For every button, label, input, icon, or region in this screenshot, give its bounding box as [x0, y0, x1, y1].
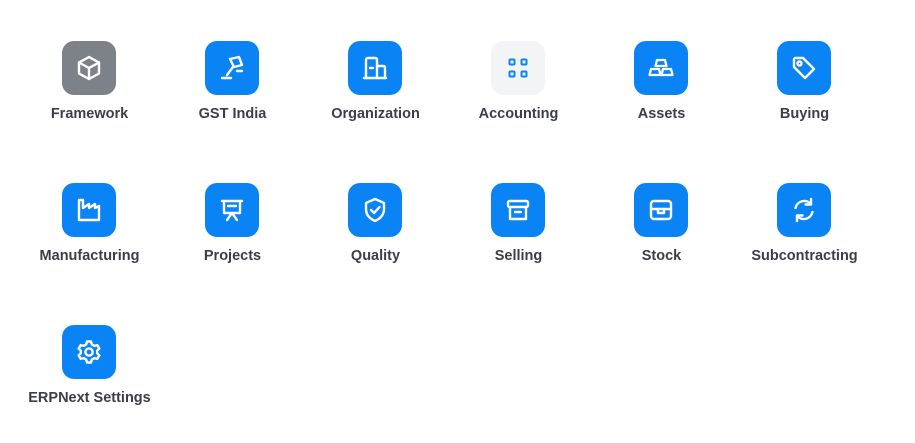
shield-check-icon: [364, 197, 386, 223]
app-icon-box: [491, 183, 545, 237]
app-label: Organization: [331, 106, 420, 122]
app-tile-accounting[interactable]: Accounting: [447, 41, 590, 151]
cube-icon: [77, 55, 101, 81]
app-icon-box: [62, 41, 116, 95]
app-icon-box: [777, 41, 831, 95]
app-icon-box: [348, 183, 402, 237]
app-icon-box: [777, 183, 831, 237]
app-icon-box: [62, 325, 116, 379]
tag-icon: [792, 56, 816, 80]
presentation-board-icon: [220, 199, 244, 222]
app-tile-projects[interactable]: Projects: [161, 183, 304, 293]
app-icon-box: [205, 183, 259, 237]
app-tile-selling[interactable]: Selling: [447, 183, 590, 293]
refresh-icon: [794, 197, 814, 223]
app-icon-box: [634, 41, 688, 95]
factory-icon: [77, 198, 101, 222]
app-icon-box: [205, 41, 259, 95]
app-label: ERPNext Settings: [28, 390, 151, 406]
app-label: Accounting: [478, 106, 559, 122]
settings-gear-icon: [77, 340, 101, 364]
app-launcher-grid: Framework GST India Organization Account…: [0, 0, 915, 443]
app-tile-manufacturing[interactable]: Manufacturing: [18, 183, 161, 293]
app-tile-erpnext-settings[interactable]: ERPNext Settings: [18, 325, 161, 435]
gold-bars-icon: [648, 58, 674, 77]
storefront-icon: [506, 199, 530, 221]
app-tile-buying[interactable]: Buying: [733, 41, 876, 151]
app-icon-box: [62, 183, 116, 237]
app-icon-box: [348, 41, 402, 95]
building-icon: [362, 56, 388, 80]
app-label: Buying: [779, 106, 830, 122]
app-tile-framework[interactable]: Framework: [18, 41, 161, 151]
grid-apps-icon: [508, 58, 528, 78]
app-tile-subcontracting[interactable]: Subcontracting: [733, 183, 876, 293]
app-label: Assets: [637, 106, 686, 122]
app-tile-gst-india[interactable]: GST India: [161, 41, 304, 151]
app-label: Framework: [50, 106, 129, 122]
app-icon-box: [634, 183, 688, 237]
app-tile-assets[interactable]: Assets: [590, 41, 733, 151]
app-label: Quality: [350, 248, 401, 264]
app-icon-box: [491, 41, 545, 95]
app-label: Selling: [494, 248, 543, 264]
box-icon: [649, 199, 673, 221]
app-label: GST India: [198, 106, 267, 122]
app-label: Projects: [203, 248, 262, 264]
app-tile-stock[interactable]: Stock: [590, 183, 733, 293]
app-tile-organization[interactable]: Organization: [304, 41, 447, 151]
app-label: Manufacturing: [39, 248, 140, 264]
app-label: Stock: [641, 248, 682, 264]
app-tile-quality[interactable]: Quality: [304, 183, 447, 293]
gavel-icon: [220, 55, 244, 80]
app-label: Subcontracting: [751, 248, 858, 264]
